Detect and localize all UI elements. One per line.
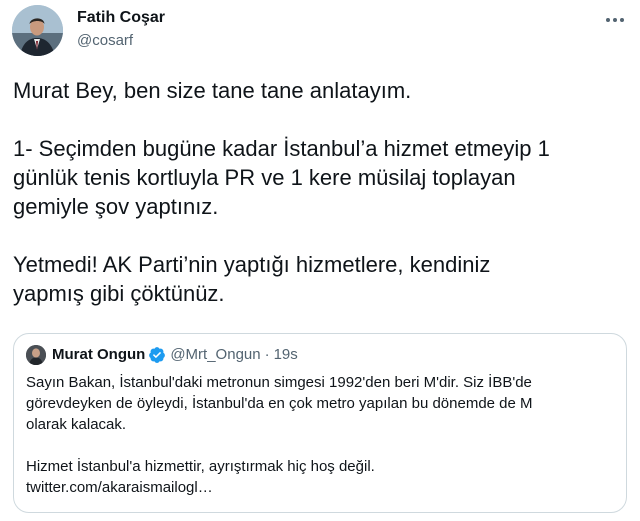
- quoted-author-handle: @Mrt_Ongun: [170, 346, 261, 363]
- tweet-line: yapmış gibi çöktünüz.: [13, 281, 225, 306]
- author-handle[interactable]: @cosarf: [77, 32, 133, 49]
- author-name[interactable]: Fatih Coşar: [77, 9, 165, 27]
- quoted-tweet[interactable]: Murat Ongun @Mrt_Ongun · 19s Sayın Bakan…: [13, 333, 627, 513]
- quoted-line: görevdeyken de öyleydi, İstanbul'da en ç…: [26, 395, 533, 412]
- tweet-paragraph: 1- Seçimden bugüne kadar İstanbul’a hizm…: [13, 134, 613, 221]
- tweet-line: Murat Bey, ben size tane tane anlatayım.: [13, 78, 412, 103]
- tweet-paragraph: Yetmedi! AK Parti’nin yaptığı hizmetlere…: [13, 250, 613, 308]
- tweet-text: Murat Bey, ben size tane tane anlatayım.…: [13, 76, 613, 308]
- tweet-line: Yetmedi! AK Parti’nin yaptığı hizmetlere…: [13, 252, 491, 277]
- quoted-line: olarak kalacak.: [26, 416, 127, 433]
- quoted-header: Murat Ongun @Mrt_Ongun · 19s: [52, 346, 298, 364]
- separator-dot: ·: [264, 346, 270, 363]
- tweet-line: günlük tenis kortluyla PR ve 1 kere müsi…: [13, 165, 516, 190]
- quoted-link[interactable]: twitter.com/akaraismailogl…: [26, 477, 616, 498]
- tweet: Fatih Coşar @cosarf Murat Bey, ben size …: [0, 0, 640, 521]
- more-icon[interactable]: [603, 8, 627, 32]
- quoted-line-break: [26, 435, 616, 456]
- quoted-timestamp: 19s: [273, 346, 298, 363]
- tweet-paragraph: Murat Bey, ben size tane tane anlatayım.: [13, 76, 613, 105]
- quoted-text: Sayın Bakan, İstanbul'daki metronun simg…: [26, 372, 616, 498]
- author-avatar[interactable]: [12, 5, 63, 56]
- tweet-line: 1- Seçimden bugüne kadar İstanbul’a hizm…: [13, 136, 550, 161]
- quoted-author-name: Murat Ongun: [52, 346, 146, 363]
- quoted-line: Hizmet İstanbul'a hizmettir, ayrıştırmak…: [26, 458, 375, 475]
- quoted-author-avatar: [26, 345, 46, 365]
- tweet-line: gemiyle şov yaptınız.: [13, 194, 219, 219]
- quoted-line: Sayın Bakan, İstanbul'daki metronun simg…: [26, 374, 532, 391]
- verified-badge-icon: [148, 346, 166, 364]
